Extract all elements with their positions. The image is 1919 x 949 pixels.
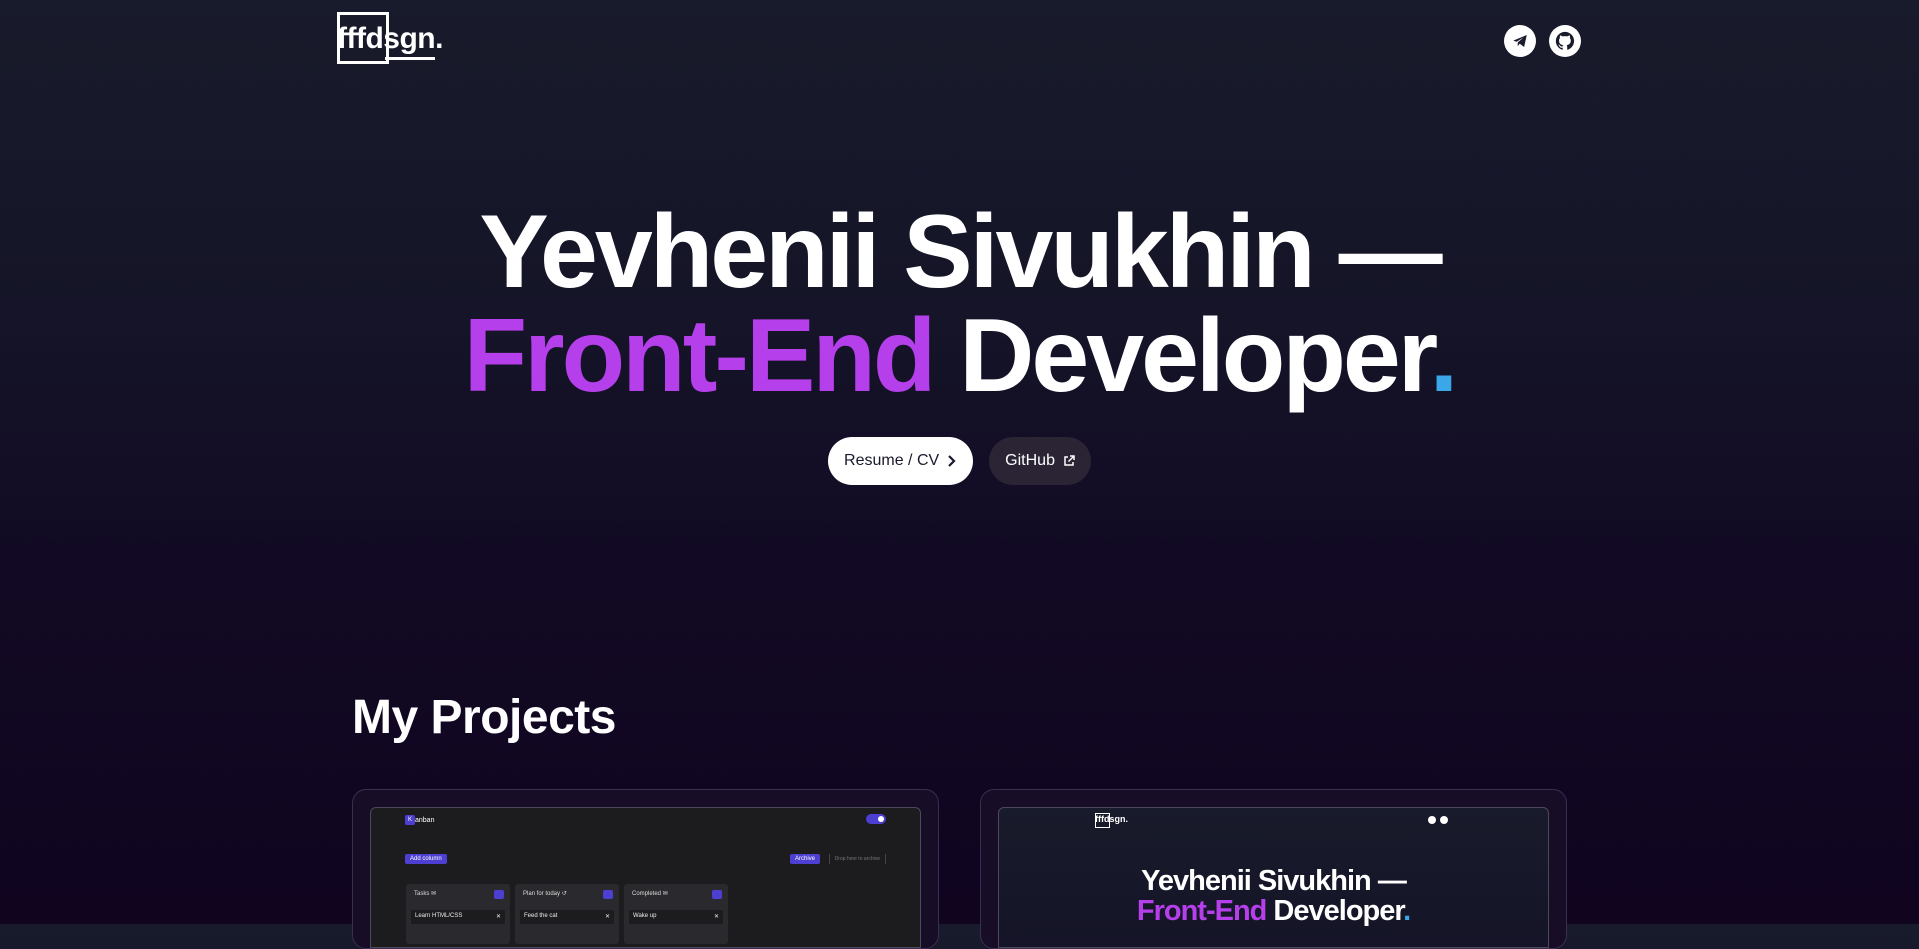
kanban-task-label: Feed the cat — [524, 913, 558, 919]
preview-hero-title: Yevhenii Sivukhin — Front-End Developer. — [999, 866, 1548, 926]
close-icon: ✕ — [495, 914, 501, 920]
hero-title: Yevhenii Sivukhin — Front-End Developer. — [0, 200, 1919, 408]
resume-button[interactable]: Resume / CV — [828, 437, 974, 485]
github-icon — [1440, 816, 1448, 824]
hero-accent-text: Front-End — [463, 298, 937, 414]
archive-drop-zone: Drop here to archive — [828, 854, 886, 864]
kanban-brand: K anban — [405, 815, 434, 825]
projects-heading: My Projects — [352, 691, 616, 744]
hero-buttons: Resume / CV GitHub — [0, 437, 1919, 485]
kanban-column: Completed ✉ Wake up ✕ — [624, 884, 728, 944]
add-task-icon — [494, 890, 504, 899]
hero-dot: . — [1429, 298, 1458, 414]
hero-title-line2: Front-End Developer. — [0, 304, 1919, 408]
preview-logo: fffdsgn. — [1095, 813, 1128, 828]
resume-button-label: Resume / CV — [844, 452, 940, 469]
archive-button: Archive — [789, 854, 820, 864]
github-icon[interactable] — [1549, 25, 1581, 57]
kanban-task: Feed the cat ✕ — [520, 910, 614, 924]
telegram-icon — [1428, 816, 1436, 824]
kanban-brand-text: anban — [415, 816, 435, 824]
external-link-icon — [1063, 455, 1075, 467]
add-task-icon — [712, 890, 722, 899]
project-preview-kanban: K anban Add column Archive Drop here to … — [370, 807, 921, 948]
chevron-right-icon — [947, 455, 957, 467]
preview-title-line2: Front-End Developer. — [999, 896, 1548, 926]
preview-title-line1: Yevhenii Sivukhin — — [1141, 865, 1407, 897]
kanban-column-title: Plan for today ↺ — [523, 891, 567, 897]
close-icon: ✕ — [604, 914, 610, 920]
logo-text: fffdsgn. — [337, 22, 443, 55]
kanban-task: Wake up ✕ — [629, 910, 723, 924]
kanban-column: Plan for today ↺ Feed the cat ✕ — [515, 884, 619, 944]
github-button[interactable]: GitHub — [989, 437, 1091, 485]
hero-section: Yevhenii Sivukhin — Front-End Developer. — [0, 200, 1919, 408]
kanban-task-label: Wake up — [633, 913, 657, 919]
site-logo[interactable]: fffdsgn. — [337, 12, 443, 70]
preview-social-icons — [1424, 816, 1448, 824]
github-button-label: GitHub — [1005, 452, 1055, 469]
preview-accent-text: Front-End — [1136, 895, 1268, 927]
site-header: fffdsgn. — [0, 0, 1919, 80]
hero-role-text: Developer — [933, 298, 1432, 414]
preview-dot: . — [1403, 895, 1411, 927]
social-links — [1491, 25, 1581, 57]
close-icon: ✕ — [713, 914, 719, 920]
add-task-icon — [603, 890, 613, 899]
preview-logo-frame — [1095, 813, 1110, 828]
logo-underline — [385, 57, 435, 60]
project-preview-portfolio: fffdsgn. Yevhenii Sivukhin — Front-End D… — [998, 807, 1549, 948]
kanban-task-label: Learn HTML/CSS — [415, 913, 463, 919]
kanban-task: Learn HTML/CSS ✕ — [411, 910, 505, 924]
telegram-icon[interactable] — [1504, 25, 1536, 57]
project-card-kanban[interactable]: K anban Add column Archive Drop here to … — [352, 789, 939, 949]
kanban-column-title: Completed ✉ — [632, 891, 668, 897]
hero-title-line1: Yevhenii Sivukhin — — [479, 194, 1442, 310]
kanban-brand-icon: K — [405, 815, 415, 825]
kanban-column-title: Tasks ✉ — [414, 891, 437, 897]
add-column-button: Add column — [405, 854, 447, 864]
project-card-portfolio[interactable]: fffdsgn. Yevhenii Sivukhin — Front-End D… — [980, 789, 1567, 949]
preview-role-text: Developer — [1266, 895, 1404, 927]
theme-toggle — [866, 814, 886, 824]
kanban-column: Tasks ✉ Learn HTML/CSS ✕ — [406, 884, 510, 944]
